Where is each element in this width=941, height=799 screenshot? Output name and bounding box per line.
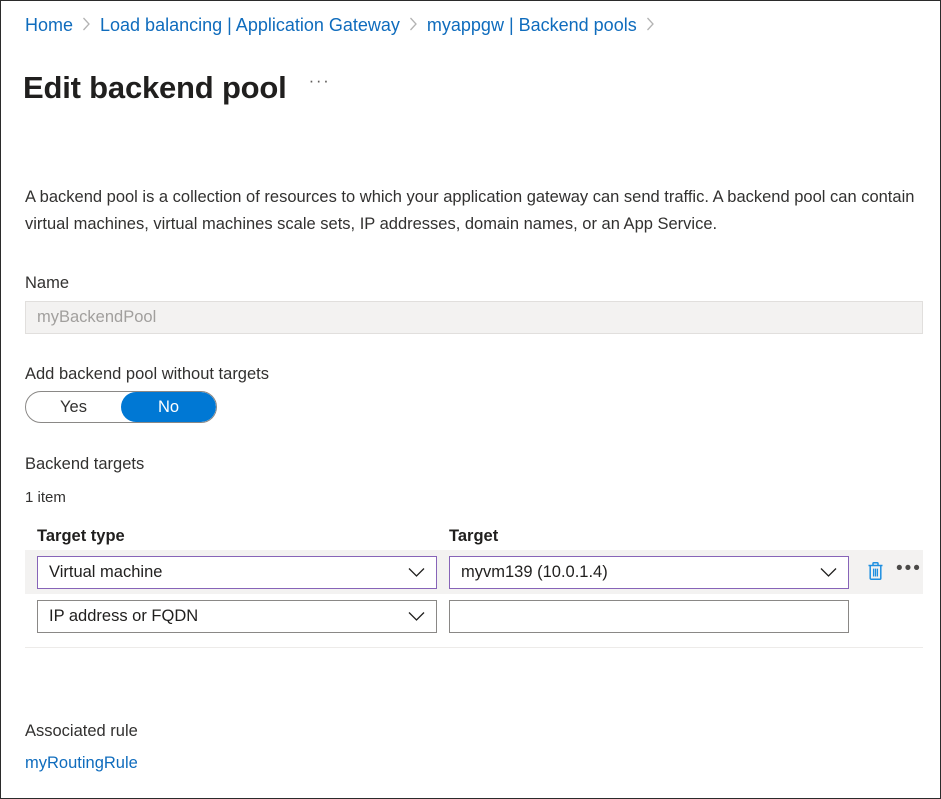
breadcrumb: Home Load balancing | Application Gatewa…	[25, 13, 664, 37]
column-header-target: Target	[449, 527, 849, 546]
no-targets-toggle[interactable]: Yes No	[25, 391, 217, 423]
target-type-dropdown[interactable]: Virtual machine	[37, 556, 437, 589]
cell-target: myvm139 (10.0.1.4)	[449, 556, 849, 589]
row-more-actions-button[interactable]: •••	[896, 567, 922, 577]
table-row: IP address or FQDN	[25, 594, 923, 638]
name-input[interactable]	[25, 301, 923, 334]
table-header-row: Target type Target	[25, 522, 923, 550]
toggle-option-no[interactable]: No	[121, 392, 216, 422]
target-value: myvm139 (10.0.1.4)	[461, 563, 812, 582]
chevron-right-icon	[646, 17, 655, 31]
target-type-dropdown[interactable]: IP address or FQDN	[37, 600, 437, 633]
chevron-down-icon	[408, 611, 425, 622]
breadcrumb-item-home[interactable]: Home	[25, 13, 73, 37]
trash-icon	[867, 561, 884, 584]
breadcrumb-item-load-balancing[interactable]: Load balancing | Application Gateway	[100, 13, 400, 37]
target-input[interactable]	[449, 600, 849, 633]
breadcrumb-item-backend-pools[interactable]: myappgw | Backend pools	[427, 13, 637, 37]
cell-target-type: Virtual machine	[37, 556, 449, 589]
edit-backend-pool-page: Home Load balancing | Application Gatewa…	[0, 0, 941, 799]
column-header-target-type: Target type	[37, 527, 449, 546]
ellipsis-icon: •••	[896, 564, 922, 574]
backend-targets-label: Backend targets	[25, 453, 144, 475]
cell-target-type: IP address or FQDN	[37, 600, 449, 633]
associated-rule-link[interactable]: myRoutingRule	[25, 752, 138, 774]
row-actions: •••	[867, 561, 922, 584]
delete-row-button[interactable]	[867, 561, 884, 584]
chevron-down-icon	[408, 567, 425, 578]
page-description: A backend pool is a collection of resour…	[25, 184, 915, 238]
target-dropdown[interactable]: myvm139 (10.0.1.4)	[449, 556, 849, 589]
table-row: Virtual machine myvm139 (10.0.1.4)	[25, 550, 923, 594]
title-row: Edit backend pool ···	[23, 47, 330, 129]
chevron-right-icon	[409, 17, 418, 31]
target-type-value: IP address or FQDN	[49, 607, 400, 626]
toggle-option-yes[interactable]: Yes	[26, 392, 121, 422]
target-type-value: Virtual machine	[49, 563, 400, 582]
name-field-label: Name	[25, 272, 69, 294]
chevron-down-icon	[820, 567, 837, 578]
cell-target	[449, 600, 849, 633]
chevron-right-icon	[82, 17, 91, 31]
backend-targets-table: Target type Target Virtual machine myvm1…	[25, 522, 923, 648]
table-divider	[25, 647, 923, 648]
header-more-actions-icon[interactable]: ···	[309, 71, 331, 91]
item-count: 1 item	[25, 488, 66, 508]
associated-rule-label: Associated rule	[25, 720, 138, 742]
page-title: Edit backend pool	[23, 68, 287, 108]
no-targets-toggle-label: Add backend pool without targets	[25, 363, 269, 385]
